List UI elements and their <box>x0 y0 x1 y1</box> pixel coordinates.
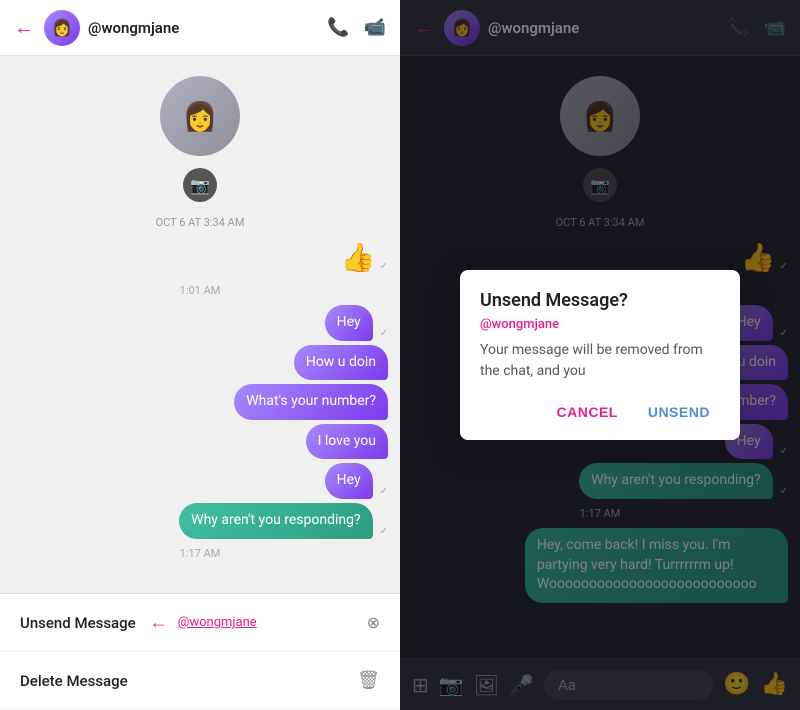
left-back-button[interactable]: ← <box>14 15 34 40</box>
unsend-close-icon[interactable]: ⊗ <box>367 613 380 632</box>
left-camera-icon[interactable]: 📷 <box>183 168 217 202</box>
left-profile-image-area: 👩 <box>12 66 388 160</box>
left-check1: ✓ <box>380 261 388 272</box>
left-time1: 1:01 AM <box>12 284 388 297</box>
unsend-button[interactable]: UNSEND <box>638 398 720 426</box>
left-bubble-6[interactable]: Why aren't you responding? <box>179 503 372 539</box>
unsend-message-item[interactable]: Unsend Message ← @wongmjane ⊗ <box>0 594 400 652</box>
left-bubble-4[interactable]: I love you <box>306 424 388 460</box>
right-panel: ← 👩 @wongmjane 📞 📹 👩 📷 OCT 6 AT 3:34 AM … <box>400 0 800 710</box>
left-thumb-up: 👍 ✓ <box>12 241 388 274</box>
dialog-overlay: Unsend Message? @wongmjane Your message … <box>400 0 800 710</box>
left-camera-row: 📷 <box>12 164 388 206</box>
left-bubble-3[interactable]: What's your number? <box>234 384 388 420</box>
delete-item-left: Delete Message <box>20 672 128 690</box>
delete-icon[interactable]: 🗑 <box>357 670 380 691</box>
left-check6: ✓ <box>380 526 388 537</box>
left-time2: 1:17 AM <box>12 547 388 560</box>
left-msg-row-1: Hey ✓ <box>12 305 388 341</box>
left-bubble-1[interactable]: Hey <box>325 305 373 341</box>
delete-message-title: Delete Message <box>20 672 128 690</box>
left-msg-row-5: Hey ✓ <box>12 463 388 499</box>
left-video-icon[interactable]: 📹 <box>364 17 386 38</box>
cancel-button[interactable]: CANCEL <box>547 398 628 426</box>
dialog-body: Your message will be removed from the ch… <box>480 340 720 382</box>
dialog-title: Unsend Message? <box>480 290 720 311</box>
left-check2: ✓ <box>380 328 388 339</box>
left-timestamp1: OCT 6 AT 3:34 AM <box>12 216 388 229</box>
left-chat-area: 👩 📷 OCT 6 AT 3:34 AM 👍 ✓ 1:01 AM Hey ✓ H… <box>0 56 400 593</box>
unsend-item-left: Unsend Message ← @wongmjane <box>20 612 257 633</box>
delete-message-item[interactable]: Delete Message 🗑 <box>0 652 400 710</box>
left-header-icons: 📞 📹 <box>327 17 386 38</box>
left-chat-header: ← 👩 @wongmjane 📞 📹 <box>0 0 400 56</box>
dialog-actions: CANCEL UNSEND <box>480 398 720 426</box>
left-msg-row-2: How u doin <box>12 345 388 381</box>
left-call-icon[interactable]: 📞 <box>327 17 349 38</box>
left-username: @wongmjane <box>88 19 327 37</box>
left-msg-row-6: Why aren't you responding? ✓ <box>12 503 388 539</box>
unsend-message-title: Unsend Message <box>20 614 136 632</box>
left-bottom-sheet: Unsend Message ← @wongmjane ⊗ Delete Mes… <box>0 593 400 710</box>
unsend-dialog: Unsend Message? @wongmjane Your message … <box>460 270 740 440</box>
unsend-mention: @wongmjane <box>178 615 257 630</box>
left-check5: ✓ <box>380 486 388 497</box>
left-panel: ← 👩 @wongmjane 📞 📹 👩 📷 OCT 6 AT 3:34 AM … <box>0 0 400 710</box>
left-bubble-2[interactable]: How u doin <box>294 345 388 381</box>
left-profile-image: 👩 <box>160 76 240 156</box>
left-msg-row-4: I love you <box>12 424 388 460</box>
dialog-mention: @wongmjane <box>480 317 720 332</box>
left-bubble-5[interactable]: Hey <box>325 463 373 499</box>
left-msg-row-3: What's your number? <box>12 384 388 420</box>
unsend-arrow-icon: ← <box>150 612 168 633</box>
left-avatar[interactable]: 👩 <box>44 10 80 46</box>
